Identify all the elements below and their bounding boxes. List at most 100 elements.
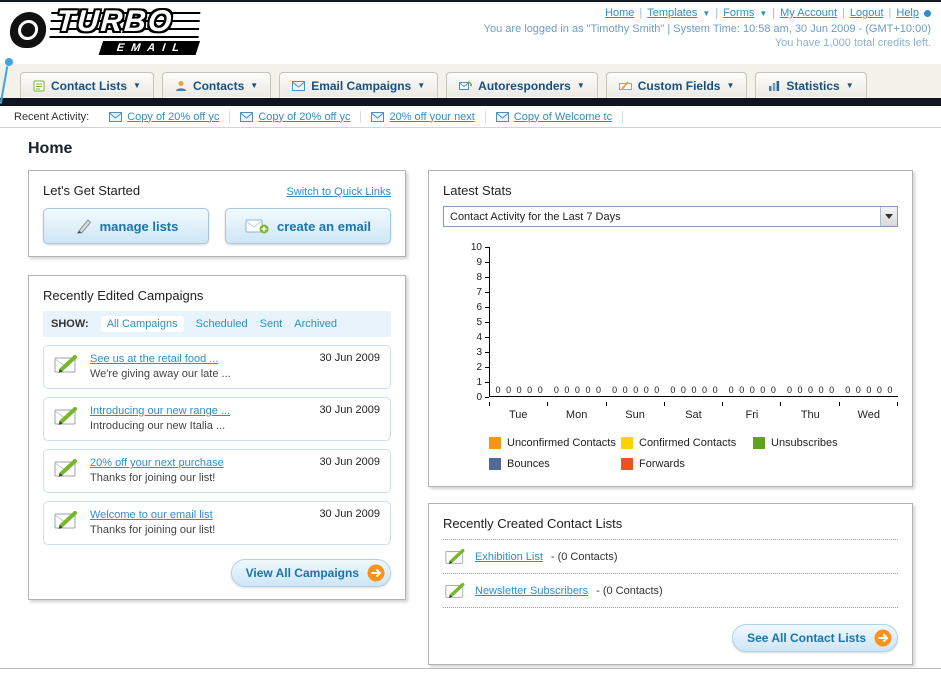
statistics-icon [769,80,780,91]
chevron-down-icon: ▼ [133,81,141,90]
nav-divider-bar [0,98,941,106]
recent-activity-item[interactable]: Copy of 20% off yc [99,110,231,123]
help-indicator-dot [924,9,931,17]
app-header: TURBO EMAIL Home | Templates ▼ | Forms ▼… [0,2,941,104]
filter-archived[interactable]: Archived [294,318,337,330]
recent-activity-bar: Recent Activity: Copy of 20% off yc Copy… [0,106,941,128]
recent-activity-item[interactable]: Copy of Welcome tc [486,110,624,123]
contact-list-row: Exhibition List - (0 Contacts) [443,540,898,574]
login-status-text: You are logged in as "Timothy Smith" | S… [483,23,931,35]
chevron-down-icon: ▼ [576,81,585,90]
campaign-date: 30 Jun 2009 [319,404,380,416]
recent-activity-item[interactable]: 20% off your next [361,110,486,123]
view-all-campaigns-button[interactable]: View All Campaigns [230,559,391,587]
tab-label: Autoresponders [478,78,571,93]
list-edit-icon [445,582,465,599]
nav-separator: | [715,7,719,19]
contact-activity-chart: 10 9 8 7 6 5 4 3 2 1 0 000000000000000000000000000… [443,242,898,470]
tab-statistics[interactable]: Statistics ▼ [755,72,867,98]
logo-snail-icon [8,12,48,48]
recently-created-lists-panel: Recently Created Contact Lists Exhibitio… [428,503,913,665]
list-edit-icon [445,548,465,565]
nav-link-my-account[interactable]: My Account [780,7,837,19]
page-title: Home [28,140,73,157]
nav-link-home[interactable]: Home [605,7,634,19]
filter-scheduled[interactable]: Scheduled [196,318,248,330]
arrow-circle-icon [367,564,385,582]
logo-text: TURBO EMAIL [48,5,201,56]
nav-link-templates[interactable]: Templates [647,7,697,19]
arrow-circle-icon [874,629,892,647]
chevron-down-icon: ▼ [759,8,768,18]
stats-period-select[interactable]: Contact Activity for the Last 7 Days [443,206,898,227]
logo-turbo-text: TURBO [49,5,201,38]
campaign-row: Welcome to our email list Thanks for joi… [43,501,391,545]
chart-value-labels: 00000000000000000000000000000000000 [495,385,893,395]
stats-panel-title: Latest Stats [443,183,512,198]
campaign-title-link[interactable]: See us at the retail food ... [90,352,231,367]
campaign-row: 20% off your next purchase Thanks for jo… [43,449,391,493]
recent-activity-item[interactable]: Copy of 20% off yc [230,110,362,123]
contact-list-count: - (0 Contacts) [550,550,618,563]
create-email-label: create an email [277,218,371,234]
nav-separator: | [772,7,776,19]
contact-list-link[interactable]: Exhibition List [475,551,543,563]
email-campaigns-icon [292,80,306,91]
tab-email-campaigns[interactable]: Email Campaigns ▼ [279,72,439,98]
switch-quick-links-link[interactable]: Switch to Quick Links [286,186,391,198]
decorative-blue-dot [5,58,13,66]
tab-autoresponders[interactable]: Autoresponders ▼ [446,72,598,98]
campaign-date: 30 Jun 2009 [319,508,380,520]
contact-lists-icon [33,80,45,91]
nav-separator: | [842,7,845,19]
chevron-down-icon: ▼ [250,81,259,90]
select-arrow-icon [880,207,897,226]
nav-link-logout[interactable]: Logout [850,7,884,19]
legend-item: Forwards [621,458,753,470]
tab-contacts[interactable]: Contacts ▼ [161,72,272,98]
tab-label: Statistics [786,78,840,93]
campaign-edit-icon [54,511,77,529]
nav-link-forms[interactable]: Forms [723,7,754,19]
envelope-icon [240,111,254,122]
tab-contact-lists[interactable]: Contact Lists ▼ [20,72,154,98]
campaign-row: Introducing our new range ... Introducin… [43,397,391,441]
campaign-title-link[interactable]: Welcome to our email list [90,508,215,523]
footer-divider [0,668,941,669]
tab-label: Contact Lists [51,78,128,93]
chevron-down-icon: ▼ [845,81,854,90]
campaign-title-link[interactable]: 20% off your next purchase [90,456,224,471]
nav-link-help[interactable]: Help [896,7,919,19]
filter-all-campaigns[interactable]: All Campaigns [100,316,184,332]
contact-list-link[interactable]: Newsletter Subscribers [475,585,588,597]
manage-lists-label: manage lists [99,218,179,234]
tab-custom-fields[interactable]: Custom Fields ▼ [605,72,748,98]
campaign-subtitle: Thanks for joining our list! [90,524,216,536]
chart-y-axis-labels: 10 9 8 7 6 5 4 3 2 1 0 [443,242,489,403]
pencil-icon [76,219,91,234]
recent-activity-link: Copy of 20% off yc [127,110,220,123]
tab-label: Contacts [192,78,245,93]
campaign-subtitle: Introducing our new Italia ... [90,420,226,432]
campaign-date: 30 Jun 2009 [319,352,380,364]
nav-separator: | [639,7,643,19]
chart-legend: Unconfirmed Contacts Confirmed Contacts Un… [489,437,898,470]
recent-activity-label: Recent Activity: [14,110,90,123]
view-all-campaigns-label: View All Campaigns [245,566,359,580]
campaign-edit-icon [54,407,77,425]
main-content: Home Let's Get Started Switch to Quick L… [0,128,941,665]
manage-lists-button[interactable]: manage lists [43,208,209,244]
filter-sent[interactable]: Sent [260,318,283,330]
top-nav: Home | Templates ▼ | Forms ▼ | My Accoun… [484,7,931,19]
autoresponders-icon [459,81,473,90]
campaign-row: See us at the retail food ... We're givi… [43,345,391,389]
recent-activity-link: Copy of 20% off yc [258,110,351,123]
create-email-button[interactable]: create an email [225,208,391,244]
legend-item: Confirmed Contacts [621,437,753,449]
app-logo: TURBO EMAIL [8,5,201,56]
chevron-down-icon: ▼ [726,81,735,90]
campaign-title-link[interactable]: Introducing our new range ... [90,404,230,419]
campaign-filter-bar: SHOW: All Campaigns Scheduled Sent Archi… [43,311,391,337]
campaign-edit-icon [54,459,77,477]
see-all-contact-lists-button[interactable]: See All Contact Lists [732,624,898,652]
